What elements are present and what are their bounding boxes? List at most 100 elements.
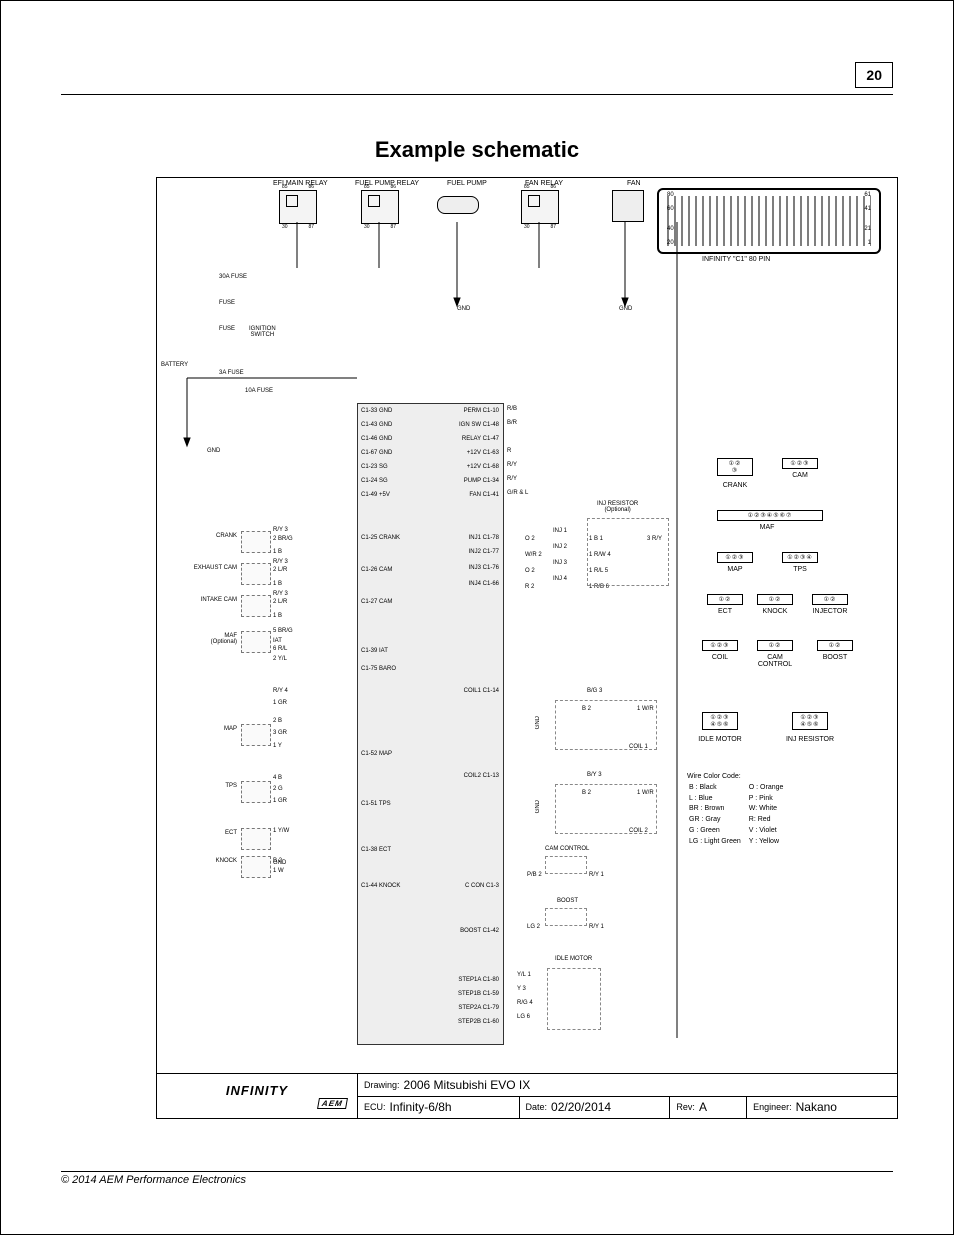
ecu-pin-right: COIL1 C1-14	[464, 688, 499, 694]
footer-copyright: © 2014 AEM Performance Electronics	[61, 1174, 246, 1186]
wire-note: 1 B	[273, 549, 282, 555]
cam-control-box	[545, 856, 587, 874]
ecu-wire-color: B/R	[507, 420, 517, 426]
mini-connector: ①②	[707, 594, 743, 605]
ecu-label: ECU:	[364, 1102, 386, 1112]
wire-code-entry: B : Black	[689, 784, 747, 793]
mini-connector-label: KNOCK	[745, 608, 805, 615]
ecu-pin-left: C1-39 IAT	[361, 648, 388, 654]
mini-connector: ①②	[757, 594, 793, 605]
ecu-pin-left: C1-49 +5V	[361, 492, 390, 498]
mini-connector: ①② ③	[717, 458, 753, 476]
mini-connector-label: MAF	[737, 524, 797, 531]
wire-code-entry: LG : Light Green	[689, 838, 747, 847]
wire-code-entry: L : Blue	[689, 795, 747, 804]
cam-wire-l: P/B 2	[527, 872, 542, 878]
ecu-pin-right: IGN SW C1-48	[459, 422, 499, 428]
wire-note: 1 Y	[273, 743, 282, 749]
wire-note: 1 GR	[273, 798, 287, 804]
wire-note: R/Y 3	[273, 559, 288, 565]
wire-code-entry: G : Green	[689, 827, 747, 836]
ecu-pin-left: C1-46 GND	[361, 436, 392, 442]
ecu-wire-color: R/Y	[507, 462, 517, 468]
inj-resistor-box	[587, 518, 669, 586]
mini-connector-label: COIL	[690, 654, 750, 661]
boost-wire-l: LG 2	[527, 924, 540, 930]
wire-note: 2 B	[273, 718, 282, 724]
ecu-pin-left: C1-67 GND	[361, 450, 392, 456]
wire-note: R/Y 3	[273, 527, 288, 533]
ecu-pin-right: BOOST C1-42	[460, 928, 499, 934]
rev-label: Rev:	[676, 1102, 695, 1112]
wire-note: R/Y 3	[273, 591, 288, 597]
mini-connector-label: CRANK	[705, 482, 765, 489]
ecu-pin-left: C1-25 CRANK	[361, 535, 400, 541]
sensor-label: KNOCK	[177, 858, 237, 864]
wire-note: 1 B	[273, 613, 282, 619]
sensor-label: EXHAUST CAM	[177, 565, 237, 571]
wire-code-title: Wire Color Code:	[687, 773, 791, 782]
wire-note: 1 Y/W	[273, 828, 289, 834]
coil-wire-by3: B/Y 3	[587, 772, 602, 778]
ecu-pin-right: INJ4 C1-66	[469, 581, 499, 587]
ecu-pin-left: C1-33 GND	[361, 408, 392, 414]
wire-code-entry: R: Red	[749, 816, 790, 825]
ecu-pin-left: C1-43 GND	[361, 422, 392, 428]
injector-name: INJ 1	[553, 528, 567, 534]
ecu-wire-color: R	[507, 448, 511, 454]
mini-connector-label: CAM CONTROL	[745, 654, 805, 668]
date-label: Date:	[526, 1102, 548, 1112]
sensor-box	[241, 531, 271, 553]
coil-gnd-1: GND	[535, 716, 541, 729]
coil-gnd-2: GND	[535, 800, 541, 813]
idle-wire: Y/L 1	[517, 972, 531, 978]
cam-control-label: CAM CONTROL	[545, 846, 589, 852]
wire-code-entry: O : Orange	[749, 784, 790, 793]
boost-label: BOOST	[557, 898, 578, 904]
ecu-pin-right: STEP1A C1-80	[458, 977, 499, 983]
mini-connector: ①②	[817, 640, 853, 651]
ecu-pin-left: C1-24 SG	[361, 478, 388, 484]
title-block: INFINITY AEM Drawing: 2006 Mitsubishi EV…	[157, 1073, 897, 1118]
injector-name: INJ 4	[553, 576, 567, 582]
header-rule	[61, 94, 893, 95]
wire-code-entry: Y : Yellow	[749, 838, 790, 847]
wire-code-entry: V : Violet	[749, 827, 790, 836]
engineer-value: Nakano	[796, 1100, 837, 1114]
wire-note: 2 L/R	[273, 567, 287, 573]
boost-box	[545, 908, 587, 926]
idle-wire: R/G 4	[517, 1000, 533, 1006]
mini-connector: ①②③	[782, 458, 818, 469]
idle-wire: LG 6	[517, 1014, 530, 1020]
rev-value: A	[699, 1100, 707, 1114]
ecu-pin-right: PUMP C1-34	[464, 478, 499, 484]
mini-connector: ①②③④⑤⑥⑦	[717, 510, 823, 521]
wire-note: 2 Y/L	[273, 656, 287, 662]
wire-code-entry: W: White	[749, 805, 790, 814]
idle-wire: Y 3	[517, 986, 526, 992]
mini-connector: ①②③	[717, 552, 753, 563]
mini-connector-label: IDLE MOTOR	[690, 736, 750, 743]
cam-wire-r: R/Y 1	[589, 872, 604, 878]
ecu-body	[357, 403, 504, 1045]
ecu-value: Infinity-6/8h	[390, 1100, 452, 1114]
sensor-box	[241, 563, 271, 585]
mini-connector-label: CAM	[770, 472, 830, 479]
ecu-pin-right: +12V C1-63	[467, 450, 499, 456]
boost-wire-r: R/Y 1	[589, 924, 604, 930]
page-title: Example schematic	[61, 137, 893, 163]
sensor-label: CRANK	[177, 533, 237, 539]
sensor-box	[241, 631, 271, 653]
injector-name: INJ 2	[553, 544, 567, 550]
mini-connector: ①②	[757, 640, 793, 651]
injector-name: INJ 3	[553, 560, 567, 566]
ecu-pin-right: STEP2A C1-79	[458, 1005, 499, 1011]
label-inj-resistor: INJ RESISTOR (Optional)	[597, 501, 638, 513]
wire-note: GND	[273, 860, 286, 866]
ecu-pin-right: COIL2 C1-13	[464, 773, 499, 779]
sensor-label: MAP	[177, 726, 237, 732]
mini-connector-label: INJ RESISTOR	[780, 736, 840, 743]
schematic-frame: EFI MAIN RELAY FUEL PUMP RELAY FUEL PUMP…	[156, 177, 898, 1119]
inj-wire-l: W/R 2	[525, 552, 542, 558]
ecu-pin-right: INJ2 C1-77	[469, 549, 499, 555]
